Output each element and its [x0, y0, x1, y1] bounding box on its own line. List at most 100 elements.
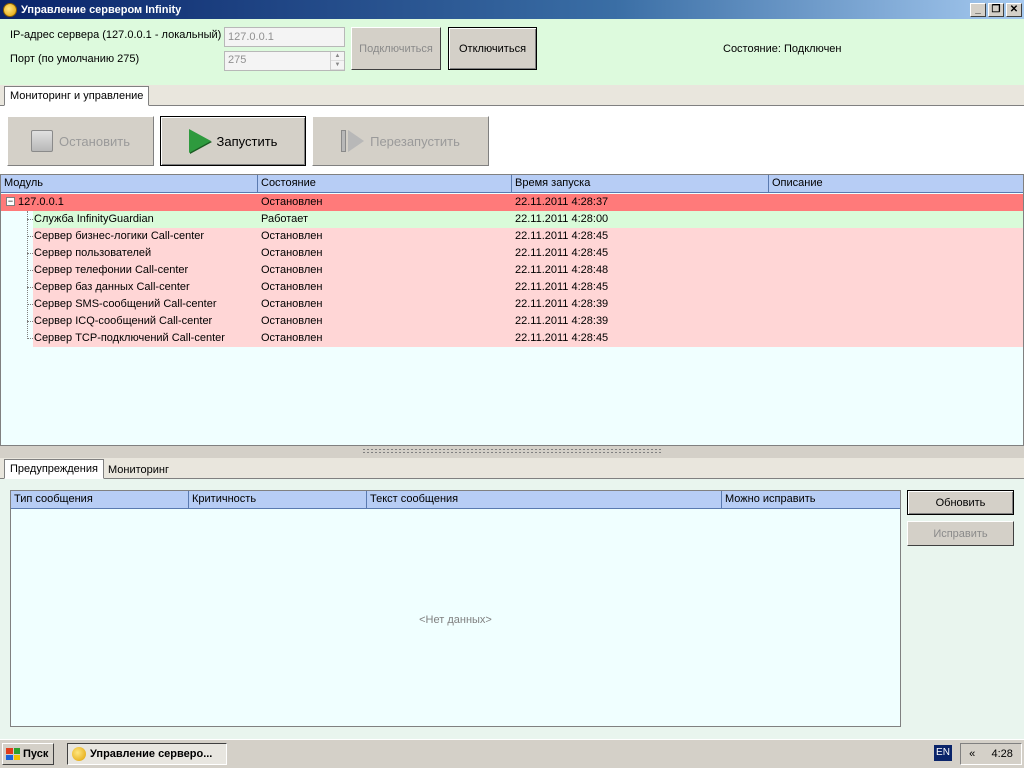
table-row[interactable]: Сервер бизнес-логики Call-center Останов…	[33, 228, 1023, 245]
cell-module: 127.0.0.1	[18, 196, 64, 208]
port-value: 275	[228, 54, 247, 66]
close-button[interactable]: ✕	[1006, 2, 1022, 17]
column-header-start-time[interactable]: Время запуска	[512, 175, 769, 193]
cell-start-time: 22.11.2011 4:28:00	[515, 213, 609, 225]
cell-start-time: 22.11.2011 4:28:37	[515, 196, 609, 208]
tree-connector	[27, 270, 33, 271]
table-row[interactable]: Сервер SMS-сообщений Call-center Останов…	[33, 296, 1023, 313]
tree-connector	[27, 211, 28, 339]
table-row[interactable]: Сервер пользователей Остановлен 22.11.20…	[33, 245, 1023, 262]
cell-module: Сервер пользователей	[34, 247, 152, 259]
tree-connector	[27, 321, 33, 322]
tab-warnings[interactable]: Предупреждения	[4, 459, 104, 479]
disconnect-button[interactable]: Отключиться	[448, 27, 537, 70]
panel-splitter[interactable]	[0, 446, 1024, 458]
cell-module: Сервер баз данных Call-center	[34, 281, 190, 293]
cell-state: Работает	[261, 213, 309, 225]
title-bar[interactable]: Управление сервером Infinity _ ❐ ✕	[0, 0, 1024, 19]
column-header-fixable[interactable]: Можно исправить	[722, 491, 900, 509]
table-row[interactable]: Сервер ICQ-сообщений Call-center Останов…	[33, 313, 1023, 330]
port-label: Порт (по умолчанию 275)	[10, 53, 140, 65]
windows-logo-icon	[6, 748, 20, 760]
cell-state: Остановлен	[261, 315, 323, 327]
cell-state: Остановлен	[261, 230, 323, 242]
warnings-grid[interactable]: Тип сообщения Критичность Текст сообщени…	[10, 490, 901, 727]
language-indicator[interactable]: EN	[934, 745, 952, 761]
empty-state-text: <Нет данных>	[419, 614, 492, 626]
refresh-button[interactable]: Обновить	[907, 490, 1014, 515]
port-stepper[interactable]: 275 ▲ ▼	[224, 51, 345, 71]
column-header-message-text[interactable]: Текст сообщения	[367, 491, 722, 509]
modules-grid-header: Модуль Состояние Время запуска Описание	[1, 175, 1023, 193]
cell-start-time: 22.11.2011 4:28:45	[515, 332, 609, 344]
tree-connector	[27, 219, 33, 220]
column-header-message-type[interactable]: Тип сообщения	[11, 491, 189, 509]
tree-connector	[27, 253, 33, 254]
tree-connector	[27, 287, 33, 288]
bottom-tabstrip: Предупреждения Мониторинг	[0, 458, 1024, 479]
play-icon	[188, 129, 211, 153]
cell-start-time: 22.11.2011 4:28:48	[515, 264, 609, 276]
ip-address-input[interactable]	[224, 27, 345, 47]
table-row[interactable]: Сервер телефонии Call-center Остановлен …	[33, 262, 1023, 279]
tab-monitoring-control[interactable]: Мониторинг и управление	[4, 86, 150, 106]
tab-monitoring[interactable]: Мониторинг	[103, 459, 174, 479]
minimize-button[interactable]: _	[970, 2, 986, 17]
cell-state: Остановлен	[261, 332, 323, 344]
taskbar: Пуск Управление серверо... EN « 4:28	[0, 739, 1024, 768]
system-tray: « 4:28	[960, 743, 1022, 765]
spin-down-icon[interactable]: ▼	[331, 61, 344, 70]
spin-up-icon[interactable]: ▲	[331, 52, 344, 61]
window-controls: _ ❐ ✕	[968, 2, 1022, 17]
cell-start-time: 22.11.2011 4:28:39	[515, 298, 609, 310]
stop-icon	[31, 130, 54, 152]
clock[interactable]: 4:28	[991, 748, 1012, 760]
cell-state: Остановлен	[261, 196, 323, 208]
port-spin-buttons[interactable]: ▲ ▼	[330, 52, 344, 70]
control-toolbar: Остановить Запустить Перезапустить	[0, 106, 1024, 174]
window-title: Управление сервером Infinity	[21, 3, 182, 16]
splitter-grip-icon[interactable]	[362, 448, 662, 454]
start-button[interactable]: Пуск	[2, 743, 54, 765]
cell-module: Сервер бизнес-логики Call-center	[34, 230, 205, 242]
app-icon	[3, 2, 17, 17]
table-row[interactable]: Служба InfinityGuardian Работает 22.11.2…	[33, 211, 1023, 228]
column-header-state[interactable]: Состояние	[258, 175, 512, 193]
table-row[interactable]: Сервер TCP-подключений Call-center Остан…	[33, 330, 1023, 347]
cell-module: Сервер телефонии Call-center	[34, 264, 189, 276]
tree-connector	[27, 338, 33, 339]
stop-button[interactable]: Остановить	[7, 116, 154, 166]
restore-button[interactable]: ❐	[988, 2, 1004, 17]
warnings-grid-header: Тип сообщения Критичность Текст сообщени…	[11, 491, 900, 509]
column-header-module[interactable]: Модуль	[1, 175, 258, 193]
stop-label: Остановить	[59, 133, 130, 149]
connection-panel: IP-адрес сервера (127.0.0.1 - локальный)…	[0, 19, 1024, 85]
cell-module: Сервер ICQ-сообщений Call-center	[34, 315, 213, 327]
column-header-description[interactable]: Описание	[769, 175, 1023, 193]
table-row[interactable]: Сервер баз данных Call-center Остановлен…	[33, 279, 1023, 296]
connect-button[interactable]: Подключиться	[351, 27, 441, 70]
connection-status: Состояние: Подключен	[723, 43, 842, 55]
table-row-root[interactable]: − 127.0.0.1 Остановлен 22.11.2011 4:28:3…	[1, 194, 1023, 211]
restart-button[interactable]: Перезапустить	[312, 116, 489, 166]
column-header-severity[interactable]: Критичность	[189, 491, 367, 509]
taskbar-app-label: Управление серверо...	[90, 748, 213, 760]
warnings-panel: Тип сообщения Критичность Текст сообщени…	[0, 479, 1024, 739]
restart-icon	[341, 130, 365, 152]
collapse-icon[interactable]: −	[6, 197, 15, 206]
taskbar-app-button[interactable]: Управление серверо...	[67, 743, 227, 765]
restart-label: Перезапустить	[370, 133, 460, 149]
cell-module: Служба InfinityGuardian	[34, 213, 154, 225]
cell-start-time: 22.11.2011 4:28:45	[515, 281, 609, 293]
tree-connector	[27, 304, 33, 305]
cell-start-time: 22.11.2011 4:28:45	[515, 230, 609, 242]
start-button[interactable]: Запустить	[160, 116, 306, 166]
tray-expand-icon[interactable]: «	[969, 748, 975, 760]
cell-start-time: 22.11.2011 4:28:39	[515, 315, 609, 327]
app-icon	[72, 747, 86, 761]
cell-state: Остановлен	[261, 264, 323, 276]
tree-connector	[27, 236, 33, 237]
cell-start-time: 22.11.2011 4:28:45	[515, 247, 609, 259]
fix-button[interactable]: Исправить	[907, 521, 1014, 546]
modules-grid[interactable]: Модуль Состояние Время запуска Описание …	[0, 174, 1024, 446]
